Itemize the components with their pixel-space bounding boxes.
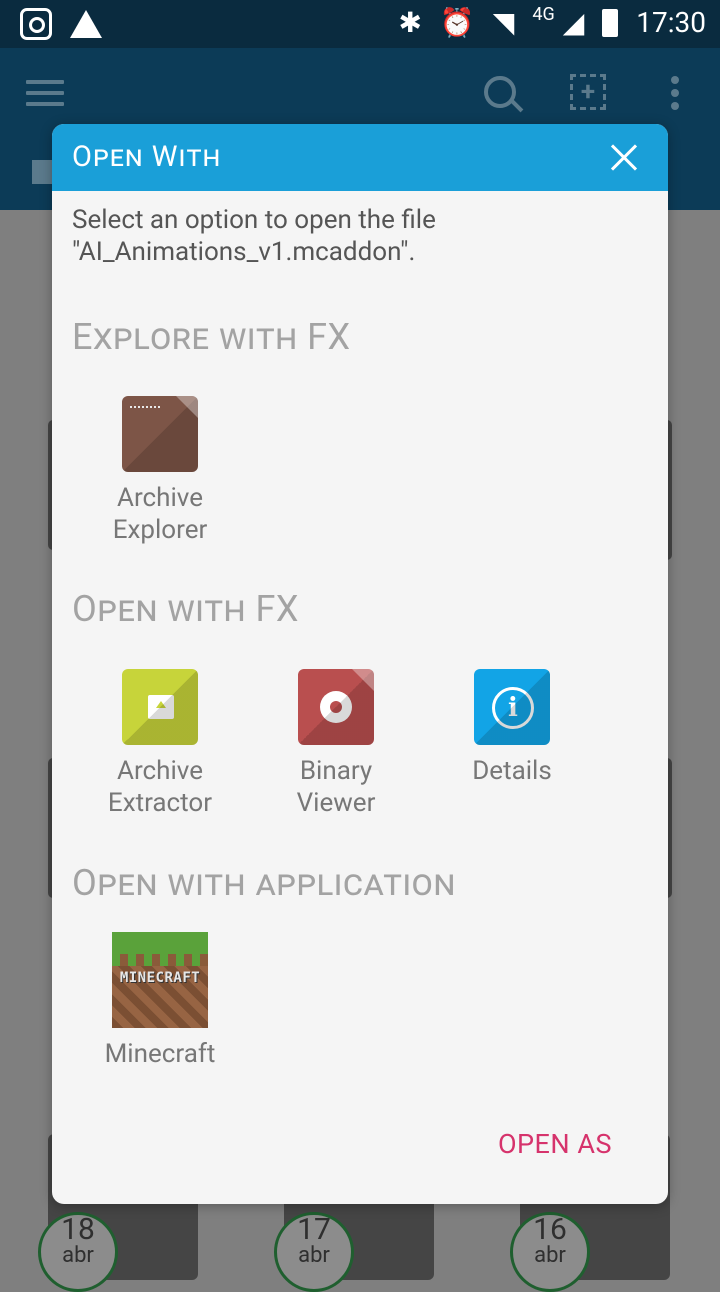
open-with-dialog: Open With Select an option to open the f… [52,124,668,1204]
add-selection-icon[interactable]: + [570,74,606,110]
dialog-header: Open With [52,124,668,191]
signal-icon: ◢ [562,6,585,39]
bluetooth-icon: ✱ [398,6,422,39]
search-icon[interactable] [484,76,516,108]
option-archive-explorer[interactable]: Archive Explorer [80,396,240,546]
option-archive-extractor[interactable]: Archive Extractor [80,669,240,819]
menu-icon[interactable] [26,80,64,106]
minecraft-logo-text: MINECRAFT [119,970,201,986]
gear-icon [298,669,374,745]
dialog-title: Open With [72,140,222,174]
option-details[interactable]: i Details [432,669,592,787]
clock: 17:30 [636,6,706,39]
open-as-button[interactable]: OPEN AS [498,1128,612,1160]
option-label: Details [472,756,552,786]
wifi-icon: ◥ [492,6,515,39]
close-icon[interactable] [610,144,638,172]
date-badge: 17 abr [274,1212,354,1292]
option-minecraft[interactable]: MINECRAFT Minecraft [80,932,240,1070]
section-explore-title: Explore with FX [72,316,351,358]
more-options-icon[interactable] [671,76,679,115]
app-toolbar: + [0,48,720,134]
battery-icon [602,8,619,37]
option-label: Binary Viewer [296,756,376,818]
option-binary-viewer[interactable]: Binary Viewer [256,669,416,819]
instagram-icon [20,8,52,40]
option-label: Archive Extractor [107,756,213,818]
option-label: Archive Explorer [112,483,208,545]
drive-icon [70,10,102,38]
info-icon: i [474,669,550,745]
status-bar: ✱ ⏰ ◥ 4G ◢ 17:30 [0,0,720,48]
alarm-icon: ⏰ [439,6,475,39]
archive-icon [122,396,198,472]
section-open-app-title: Open with application [72,862,456,904]
network-type: 4G [532,4,555,25]
date-badge: 18 abr [38,1212,118,1292]
section-open-fx-title: Open with FX [72,588,299,630]
option-label: Minecraft [104,1039,216,1069]
date-badge: 16 abr [510,1212,590,1292]
dialog-message: Select an option to open the file "AI_An… [72,205,436,267]
archive-extractor-icon [122,669,198,745]
minecraft-icon: MINECRAFT [112,932,208,1028]
